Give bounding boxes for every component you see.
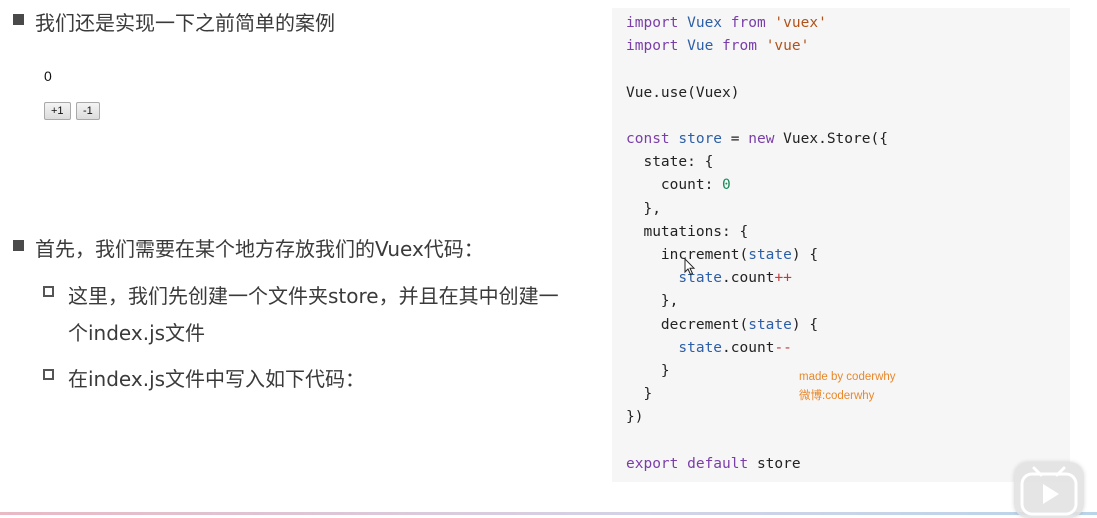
code-line: mutations: { [626,224,748,240]
code-token: state [748,316,792,333]
credit-line2: 微博:coderwhy [799,390,875,402]
code-token: }) [626,409,644,426]
code-line: state: { [626,154,713,170]
decrement-button[interactable]: -1 [76,102,100,120]
code-token: -- [774,339,792,356]
code-token: Vue [687,38,714,55]
code-token: store [756,455,801,472]
code-token: = [722,131,749,148]
code-block: import Vuex from 'vuex' import Vue from … [626,12,888,476]
code-token: new [748,131,784,148]
code-line: state.count-- [626,340,792,356]
code-token: } [626,363,670,380]
code-token: import [626,15,688,31]
code-line: }, [626,293,678,309]
code-line: count: 0 [626,177,731,193]
bullet-hollow-square-icon [43,369,54,380]
code-token: from [722,15,775,31]
bottom-progress-line [0,512,1097,515]
code-token: .count [722,270,775,287]
heading-store-location: 首先，我们需要在某个地方存放我们的Vuex代码： [35,237,484,261]
code-line: import Vuex from 'vuex' [626,15,827,31]
code-token: from [713,38,766,55]
code-line: decrement(state) { [626,317,818,333]
code-token: state: { [626,154,714,171]
code-token: export default [626,455,757,472]
code-line: const store = new Vuex.Store({ [626,131,888,147]
code-token: Vue.use(Vuex) [626,84,740,101]
sub-item-create-folder-line2: 个index.js文件 [68,321,206,345]
code-token: store [678,131,723,148]
increment-button[interactable]: +1 [44,102,71,120]
code-token: } [626,386,653,403]
code-token: state [678,339,723,356]
code-token: Vuex [687,15,723,31]
counter-value: 0 [44,68,52,84]
code-token: decrement( [626,316,749,333]
bullet-square-icon [13,240,24,251]
bullet-hollow-square-icon [43,286,54,297]
code-token: 0 [722,177,731,194]
play-icon [1020,466,1078,516]
code-line: } [626,386,652,402]
code-token: mutations: { [626,223,749,240]
credit-line1: made by coderwhy [799,371,896,383]
code-line: Vue.use(Vuex) [626,85,740,101]
code-token: count: [626,177,723,194]
sub-item-create-folder-line1: 这里，我们先创建一个文件夹store，并且在其中创建一 [68,284,559,308]
code-token: }, [626,200,661,217]
play-button[interactable] [1014,462,1084,518]
code-line: }) [626,409,643,425]
code-token: ) { [791,316,819,333]
code-line: export default store [626,456,801,472]
code-token: state [748,247,792,264]
code-line: import Vue from 'vue' [626,38,809,54]
code-line: increment(state) { [626,247,818,263]
bullet-square-icon [13,14,24,25]
code-token: const [626,131,679,148]
code-token: }, [626,293,679,310]
sub-item-write-code: 在index.js文件中写入如下代码： [68,367,366,391]
code-token: 'vuex' [774,15,827,31]
code-token: ) { [791,247,819,264]
mouse-cursor-icon [684,258,696,276]
code-line: }, [626,200,661,217]
code-token: 'vue' [765,38,810,55]
code-line: state.count++ [626,270,792,286]
code-token: .count [722,339,775,356]
code-token: Vuex.Store({ [783,131,888,148]
heading-example: 我们还是实现一下之前简单的案例 [35,11,335,35]
code-line: } [626,363,670,379]
code-token: ++ [774,270,792,287]
code-token: import [626,38,688,55]
